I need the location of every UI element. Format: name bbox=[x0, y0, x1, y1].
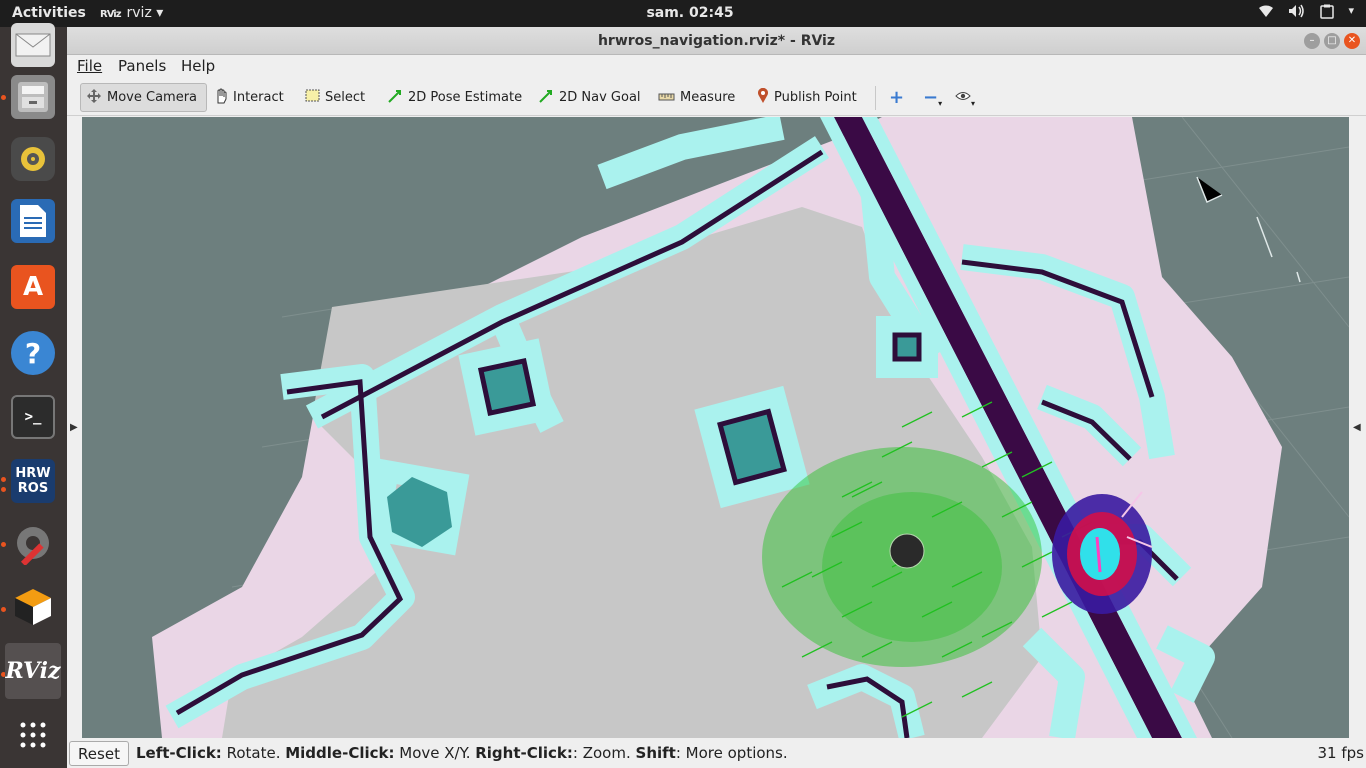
dock-help[interactable]: ? bbox=[5, 325, 61, 381]
dock-writer[interactable] bbox=[5, 193, 61, 249]
menu-help[interactable]: Help bbox=[181, 57, 215, 75]
add-tool-button[interactable]: + bbox=[884, 83, 909, 112]
menu-bar: File Panels Help bbox=[67, 55, 1366, 79]
files-icon bbox=[11, 75, 55, 119]
pose-arrow-icon bbox=[387, 88, 403, 108]
chevron-down-icon: ▾ bbox=[938, 99, 943, 108]
eye-icon bbox=[955, 90, 971, 105]
app-menu-icon: RViz bbox=[100, 9, 121, 20]
chevron-down-icon: ▾ bbox=[156, 5, 164, 21]
move-camera-icon bbox=[86, 88, 102, 108]
app-menu-label: rviz bbox=[126, 5, 152, 21]
interact-tool[interactable]: Interact bbox=[209, 83, 289, 112]
measure-tool[interactable]: Measure bbox=[653, 83, 740, 112]
toolbar-separator bbox=[875, 86, 876, 110]
minimize-icon[interactable]: – bbox=[1304, 33, 1320, 49]
interact-label: Interact bbox=[233, 90, 284, 105]
minus-icon: − bbox=[923, 87, 939, 108]
costmap-scene bbox=[152, 117, 1349, 738]
dock-mail[interactable] bbox=[5, 17, 61, 73]
laser-scan bbox=[1196, 176, 1301, 283]
hrwros-icon: HRW ROS bbox=[11, 459, 55, 503]
chevron-down-icon: ▾ bbox=[971, 99, 976, 108]
render-viewport[interactable] bbox=[82, 117, 1349, 738]
app-grid-icon bbox=[11, 713, 55, 757]
dock-hrwros[interactable]: HRW ROS bbox=[5, 453, 61, 509]
hint-right-action: : Zoom. bbox=[572, 744, 636, 762]
select-label: Select bbox=[325, 90, 366, 105]
hint-shift: Shift bbox=[635, 744, 676, 762]
dock-rhythmbox[interactable] bbox=[5, 131, 61, 187]
system-tray[interactable]: ▾ bbox=[1258, 4, 1354, 23]
document-icon bbox=[11, 199, 55, 243]
help-icon: ? bbox=[11, 331, 55, 375]
plus-icon: + bbox=[889, 87, 905, 108]
window-title: hrwros_navigation.rviz* - RViz bbox=[597, 33, 836, 49]
mail-icon bbox=[11, 23, 55, 67]
tool-bar: Move Camera Interact Select 2D Pose Esti… bbox=[67, 80, 1366, 116]
hint-left-action: Rotate. bbox=[221, 744, 286, 762]
hint-shift-action: : More options. bbox=[675, 744, 788, 762]
maximize-icon[interactable]: □ bbox=[1324, 33, 1340, 49]
ruler-icon bbox=[658, 90, 675, 106]
power-icon[interactable]: ▾ bbox=[1348, 4, 1354, 23]
window-titlebar[interactable]: hrwros_navigation.rviz* - RViz – □ ✕ bbox=[67, 27, 1366, 55]
publish-point-label: Publish Point bbox=[774, 90, 857, 105]
select-tool[interactable]: Select bbox=[300, 83, 370, 112]
map-pin-icon bbox=[757, 87, 769, 108]
selection-box-icon bbox=[305, 89, 320, 106]
dock-software[interactable]: A bbox=[5, 259, 61, 315]
hint-left-click: Left-Click: bbox=[136, 744, 222, 762]
dock-app-grid[interactable] bbox=[5, 707, 61, 763]
pose-estimate-label: 2D Pose Estimate bbox=[408, 90, 523, 105]
wifi-icon[interactable] bbox=[1258, 4, 1274, 23]
nav-goal-label: 2D Nav Goal bbox=[559, 90, 641, 105]
menu-panels[interactable]: Panels bbox=[118, 57, 166, 75]
measure-label: Measure bbox=[680, 90, 736, 105]
left-panel-toggle[interactable]: ▶ bbox=[70, 422, 78, 433]
hint-middle-click: Middle-Click: bbox=[285, 744, 395, 762]
clipboard-icon[interactable] bbox=[1320, 4, 1335, 23]
software-store-icon: A bbox=[11, 265, 55, 309]
pose-estimate-tool[interactable]: 2D Pose Estimate bbox=[382, 83, 527, 112]
nav-goal-tool[interactable]: 2D Nav Goal bbox=[533, 83, 646, 112]
reset-button[interactable]: Reset bbox=[69, 741, 129, 766]
close-icon[interactable]: ✕ bbox=[1344, 33, 1360, 49]
dock-rviz[interactable]: RViz bbox=[5, 643, 61, 699]
status-bar: Reset Left-Click: Rotate. Middle-Click: … bbox=[67, 740, 1366, 768]
rviz-icon: RViz bbox=[5, 658, 61, 684]
hint-right-click: Right-Click: bbox=[475, 744, 573, 762]
robot-base bbox=[889, 533, 925, 569]
app-menu[interactable]: RViz rviz ▾ bbox=[100, 5, 163, 21]
menu-file[interactable]: File bbox=[77, 57, 102, 75]
dock-files[interactable] bbox=[5, 69, 61, 125]
window-controls: – □ ✕ bbox=[1304, 33, 1360, 49]
settings-tools-icon bbox=[11, 521, 55, 565]
right-panel-toggle[interactable]: ◀ bbox=[1353, 422, 1361, 433]
clock[interactable]: sam. 02:45 bbox=[640, 5, 740, 21]
package-icon bbox=[11, 585, 55, 629]
view-options-button[interactable]: ▾ bbox=[950, 83, 980, 112]
volume-icon[interactable] bbox=[1288, 4, 1306, 23]
hand-icon bbox=[214, 88, 228, 108]
rviz-window: hrwros_navigation.rviz* - RViz – □ ✕ Fil… bbox=[67, 27, 1366, 768]
remove-tool-button[interactable]: − ▾ bbox=[918, 83, 947, 112]
move-camera-label: Move Camera bbox=[107, 90, 198, 105]
goal-arrow-icon bbox=[538, 88, 554, 108]
speaker-icon bbox=[11, 137, 55, 181]
dock: A ? >_ HRW ROS RViz bbox=[0, 23, 67, 768]
dock-terminal[interactable]: >_ bbox=[5, 389, 61, 445]
hint-middle-action: Move X/Y. bbox=[394, 744, 476, 762]
publish-point-tool[interactable]: Publish Point bbox=[752, 83, 862, 112]
terminal-icon: >_ bbox=[11, 395, 55, 439]
dock-settings[interactable] bbox=[5, 515, 61, 571]
fps-counter: 31 fps bbox=[1317, 744, 1364, 762]
move-camera-tool[interactable]: Move Camera bbox=[80, 83, 207, 112]
dock-package[interactable] bbox=[5, 579, 61, 635]
mouse-hint: Left-Click: Rotate. Middle-Click: Move X… bbox=[136, 744, 788, 762]
top-bar: Activities RViz rviz ▾ sam. 02:45 ▾ bbox=[0, 0, 1366, 27]
